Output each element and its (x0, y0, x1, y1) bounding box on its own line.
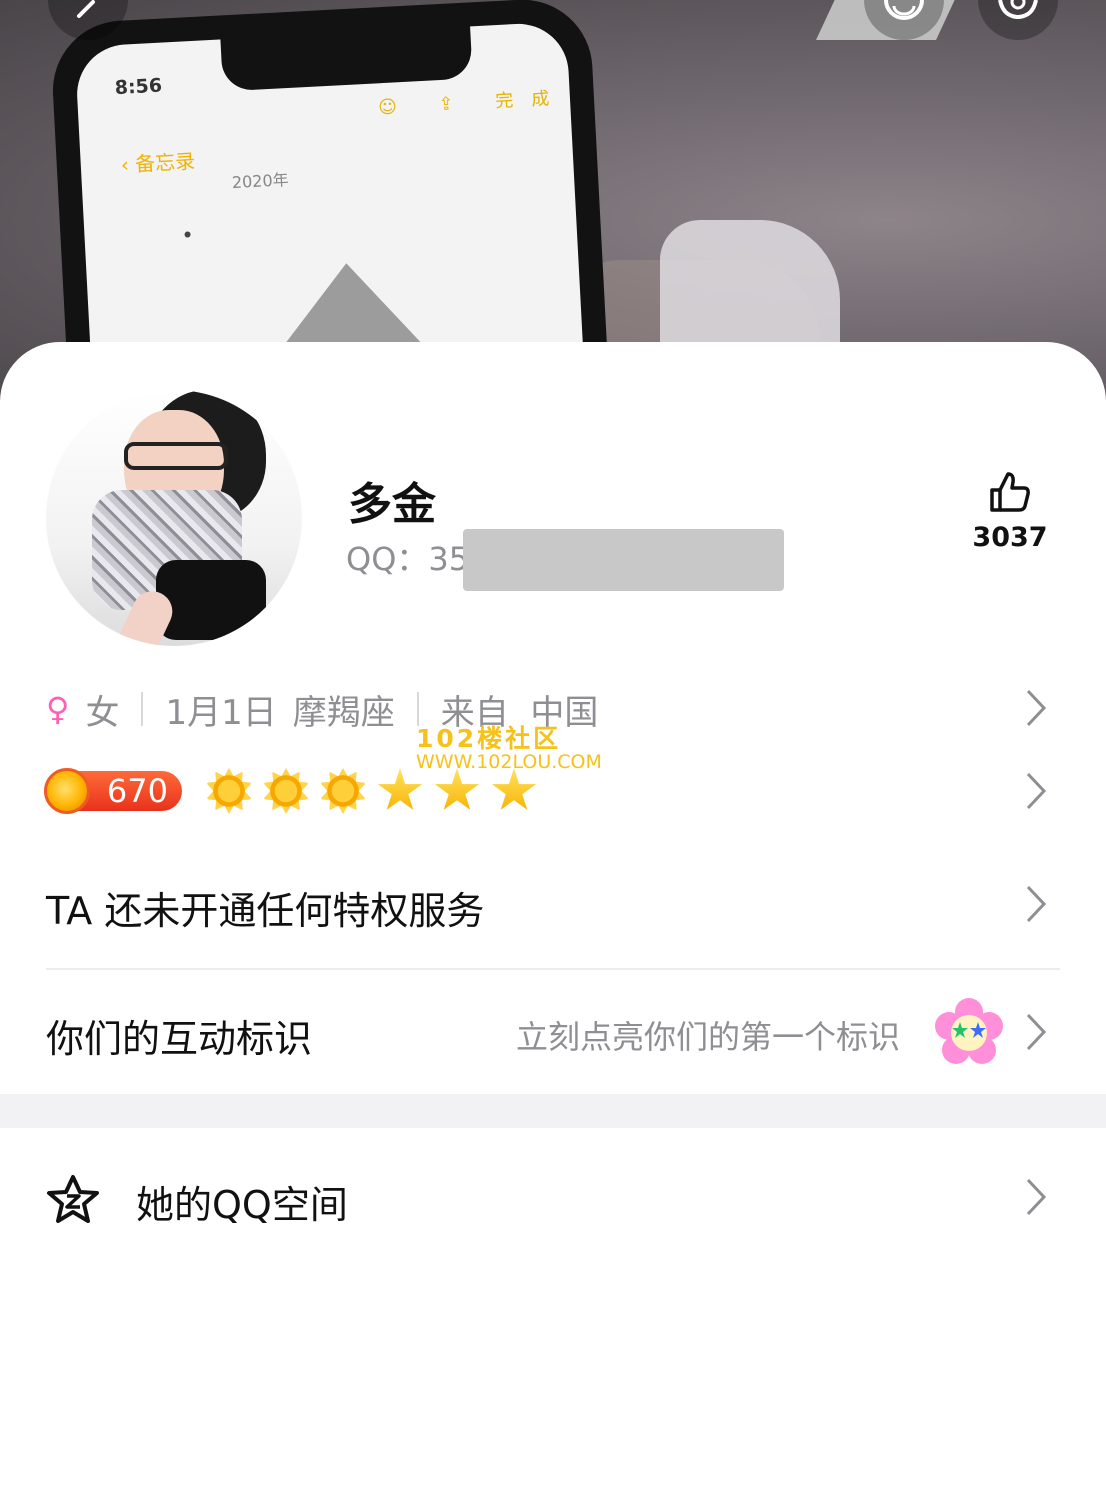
star-icon (377, 768, 423, 810)
qq-redaction-mask (463, 529, 784, 591)
qq-number[interactable]: QQ：35 (346, 534, 469, 580)
level-badge: 670 (44, 768, 182, 814)
interaction-hint[interactable]: 立刻点亮你们的第一个标识 (516, 1012, 900, 1058)
chevron-right-icon[interactable] (1024, 771, 1048, 811)
back-icon (77, 0, 95, 18)
avatar-switch-icon (884, 0, 924, 20)
chevron-right-icon[interactable] (1024, 1012, 1048, 1052)
avatar-glasses (124, 442, 228, 470)
privilege-row[interactable]: TA 还未开通任何特权服务 (46, 880, 484, 935)
qq-label: QQ： (346, 540, 429, 578)
section-gap (0, 1094, 1106, 1128)
like-button[interactable]: 3037 (950, 470, 1070, 553)
coin-icon (44, 768, 90, 814)
cover-phone-time: 8:56 (114, 74, 163, 100)
flower-badge-icon (935, 998, 1003, 1064)
birthday-text: 1月1日 (165, 692, 277, 733)
row-divider (46, 968, 1060, 970)
thumbs-up-icon (990, 472, 1030, 512)
female-icon: ♀ (46, 690, 70, 728)
watermark-title: 102楼社区 (416, 724, 562, 753)
sun-icon (206, 768, 252, 814)
avatar-skirt (156, 560, 266, 640)
settings-icon (998, 0, 1038, 19)
chevron-right-icon[interactable] (1024, 688, 1048, 728)
chevron-right-icon[interactable] (1024, 1177, 1048, 1217)
level-row[interactable]: 670 (44, 768, 548, 814)
cover-phone-icons: ☺ ⇪ 完成 (377, 87, 568, 119)
info-separator (141, 692, 144, 726)
settings-button[interactable] (978, 0, 1058, 40)
chevron-right-icon[interactable] (1024, 884, 1048, 924)
gender-text: 女 (85, 692, 120, 733)
qzone-star-icon (47, 1175, 99, 1223)
cover-photo[interactable]: ‹ 备忘录 2020年 ☺ ⇪ 完成 8:56 (0, 0, 1106, 400)
cover-phone-back: ‹ 备忘录 (120, 148, 196, 177)
sun-icon (263, 768, 309, 814)
cover-phone-dot (184, 231, 191, 238)
cover-phone: ‹ 备忘录 2020年 ☺ ⇪ 完成 8:56 (49, 0, 611, 400)
star-icon (434, 768, 480, 810)
avatar[interactable] (46, 390, 302, 646)
info-separator (416, 692, 419, 726)
sun-icon (320, 768, 366, 814)
level-icons (206, 768, 548, 814)
profile-card: 多金 QQ：35 3037 ♀ 女 1月1日 摩羯座 来自 中国 102楼社区 … (0, 342, 1106, 1500)
like-count: 3037 (972, 522, 1048, 553)
cover-phone-year: 2020年 (231, 170, 290, 193)
star-icon (491, 768, 537, 810)
qzone-row[interactable]: 她的QQ空间 (136, 1174, 348, 1229)
level-value: 670 (106, 772, 168, 810)
interaction-row-label[interactable]: 你们的互动标识 (46, 1008, 312, 1063)
zodiac-text: 摩羯座 (292, 692, 395, 733)
watermark: 102楼社区 WWW.102LOU.COM (416, 726, 602, 772)
profile-name: 多金 (348, 479, 436, 530)
